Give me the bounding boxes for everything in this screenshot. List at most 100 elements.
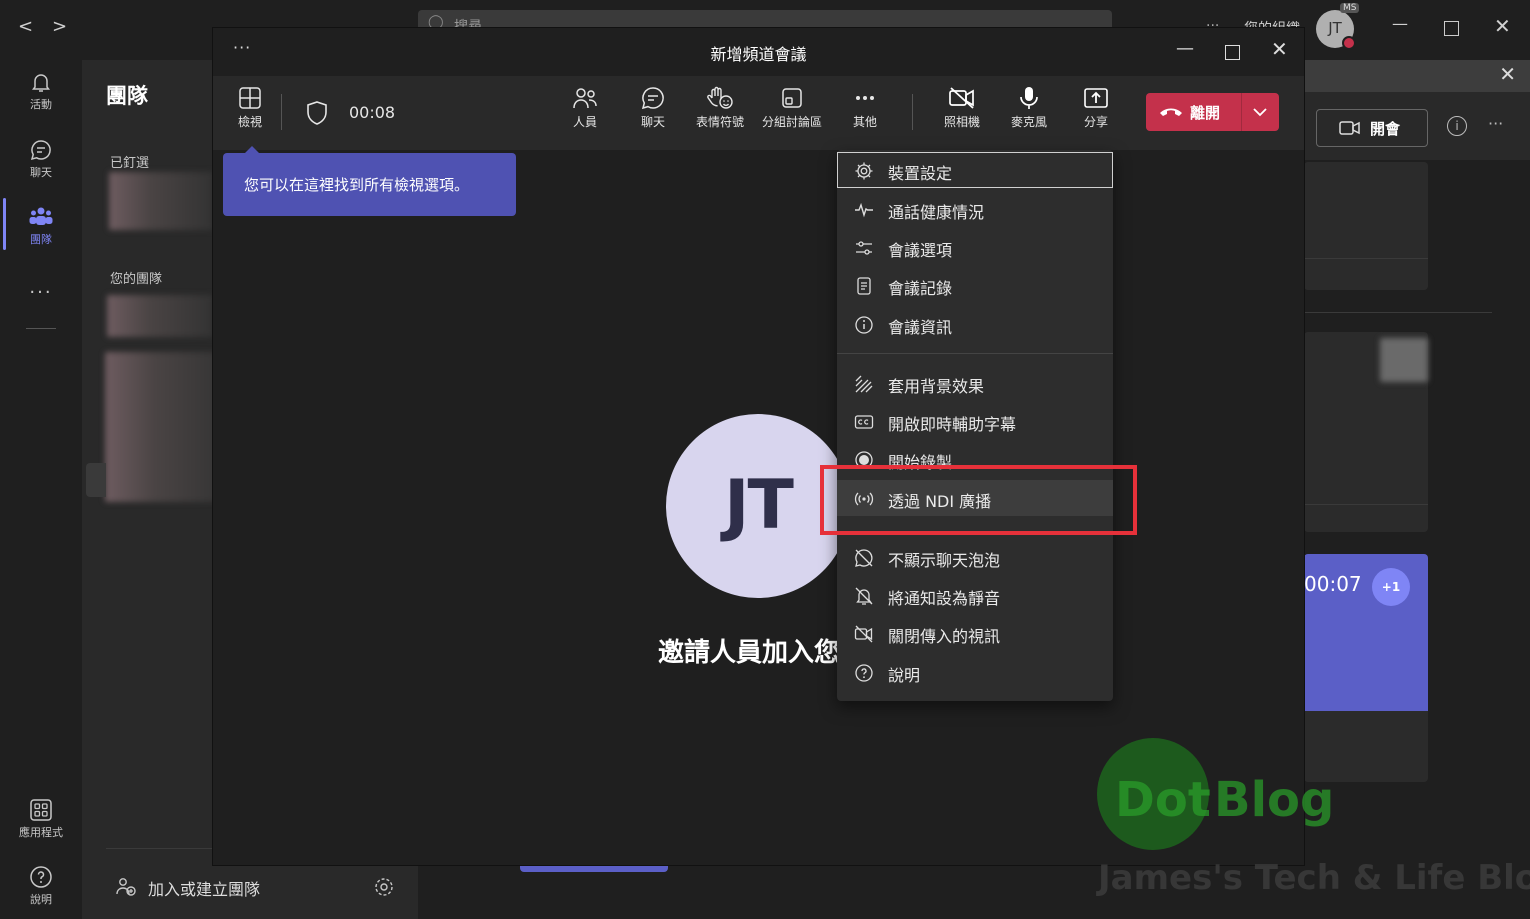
- meeting-title: 新增頻道會議: [710, 45, 807, 64]
- forward-arrow-icon[interactable]: >: [52, 16, 67, 37]
- menu-item-turn-off-incoming-video[interactable]: 關閉傳入的視訊: [837, 615, 1113, 651]
- video-icon: [1339, 121, 1360, 135]
- teams-icon: [29, 207, 53, 225]
- mic-button[interactable]: 麥克風: [1007, 86, 1051, 130]
- rail-label: 團隊: [30, 233, 52, 246]
- info-icon[interactable]: i: [1447, 116, 1467, 136]
- minimize-icon[interactable]: —: [1176, 38, 1194, 59]
- rail-label: 說明: [30, 893, 52, 906]
- join-create-team-link[interactable]: 加入或建立團隊: [148, 876, 260, 900]
- pulse-icon: [855, 202, 873, 218]
- watermark-brand-blog: Blog: [1214, 772, 1335, 828]
- view-label: 檢視: [237, 115, 262, 129]
- menu-item-meeting-options[interactable]: 會議選項: [837, 229, 1113, 265]
- minimize-icon[interactable]: —: [1392, 14, 1408, 33]
- microphone-icon: [1020, 87, 1038, 109]
- menu-item-label: 開啟即時輔助字幕: [888, 415, 1017, 434]
- menu-item-label: 說明: [888, 666, 921, 685]
- chat-button[interactable]: 聊天: [636, 86, 670, 130]
- menu-item-label: 套用背景效果: [888, 377, 985, 396]
- pinned-team-item[interactable]: [109, 172, 213, 230]
- tooltip-text: 您可以在這裡找到所有檢視選項。: [244, 176, 470, 194]
- people-label: 人員: [572, 115, 597, 129]
- rail-item-activity[interactable]: 活動: [0, 70, 82, 112]
- menu-item-label: 將通知設為靜音: [888, 589, 1001, 608]
- meet-button[interactable]: 開會: [1316, 109, 1428, 147]
- camera-button[interactable]: 照相機: [940, 86, 984, 130]
- back-arrow-icon[interactable]: <: [18, 16, 33, 37]
- app-rail: 活動 聊天 團隊 ··· 應用程式 說明: [0, 0, 82, 919]
- shield-icon[interactable]: [305, 100, 329, 126]
- breakout-rooms-icon: [782, 88, 802, 108]
- leave-button[interactable]: 離開: [1146, 93, 1279, 131]
- share-screen-icon: [1084, 88, 1108, 108]
- breakout-rooms-button[interactable]: 分組討論區: [758, 86, 826, 130]
- people-icon: [573, 88, 597, 109]
- team-item-selected: [86, 463, 106, 497]
- profile-avatar[interactable]: JT: [1316, 10, 1356, 50]
- more-actions-button[interactable]: 其他: [848, 86, 882, 130]
- menu-item-meeting-info[interactable]: 會議資訊: [837, 306, 1113, 342]
- camera-label: 照相機: [943, 115, 980, 129]
- info-icon: [855, 316, 873, 334]
- gear-icon[interactable]: [373, 876, 395, 898]
- close-icon[interactable]: ✕: [1499, 62, 1516, 86]
- meeting-card-live[interactable]: 00:07 +1: [1304, 554, 1428, 711]
- view-options-tooltip: 您可以在這裡找到所有檢視選項。: [223, 153, 516, 216]
- menu-item-label: 會議資訊: [888, 318, 953, 337]
- reactions-label: 表情符號: [695, 115, 744, 129]
- menu-item-device-settings[interactable]: 裝置設定: [837, 152, 1113, 188]
- chat-icon: [30, 140, 51, 161]
- team-item[interactable]: [107, 295, 213, 337]
- reactions-button[interactable]: 表情符號: [692, 86, 748, 130]
- people-button[interactable]: 人員: [567, 86, 603, 130]
- view-button[interactable]: 檢視: [233, 86, 267, 130]
- rail-item-chat[interactable]: 聊天: [0, 138, 82, 180]
- menu-item-background-effects[interactable]: 套用背景效果: [837, 365, 1113, 401]
- toolbar-divider: [912, 94, 913, 130]
- rail-item-teams[interactable]: 團隊: [0, 205, 82, 247]
- menu-item-help[interactable]: 說明: [837, 654, 1113, 690]
- menu-divider: [837, 353, 1113, 354]
- menu-item-label: 會議記錄: [888, 279, 953, 298]
- participants-badge: +1: [1372, 568, 1410, 606]
- team-item[interactable]: [105, 352, 228, 502]
- grid-view-icon: [239, 87, 261, 109]
- org-badge: MS: [1340, 3, 1360, 13]
- teams-title: 團隊: [106, 84, 148, 108]
- chat-icon: [641, 87, 664, 110]
- video-off-icon: [854, 625, 873, 643]
- meeting-titlebar: ··· 新增頻道會議 — ✕: [213, 28, 1304, 74]
- rail-divider: [26, 328, 56, 329]
- close-icon[interactable]: ✕: [1494, 14, 1511, 38]
- post-card: [1304, 162, 1428, 290]
- camera-off-icon: [949, 87, 974, 109]
- presence-dot: [1342, 36, 1356, 50]
- rail-more-icon[interactable]: ···: [0, 282, 82, 303]
- chevron-down-icon[interactable]: [1252, 106, 1268, 118]
- help-icon: [855, 664, 873, 682]
- date-divider: [1304, 312, 1492, 313]
- meeting-card-timer: 00:07: [1304, 572, 1362, 596]
- maximize-icon[interactable]: [1225, 45, 1240, 60]
- more-options-icon[interactable]: ···: [1488, 114, 1503, 133]
- invite-text: 邀請人員加入您的會議: [658, 638, 840, 668]
- hang-up-icon: [1160, 108, 1182, 116]
- menu-item-hide-chat-bubbles[interactable]: 不顯示聊天泡泡: [837, 539, 1113, 575]
- captions-icon: [854, 415, 874, 429]
- close-icon[interactable]: ✕: [1271, 37, 1288, 61]
- help-icon: [30, 866, 52, 888]
- menu-item-call-health[interactable]: 通話健康情況: [837, 191, 1113, 227]
- menu-item-live-captions[interactable]: 開啟即時輔助字幕: [837, 403, 1113, 439]
- menu-item-label: 不顯示聊天泡泡: [888, 551, 1001, 570]
- menu-item-meeting-notes[interactable]: 會議記錄: [837, 267, 1113, 303]
- share-button[interactable]: 分享: [1078, 86, 1114, 130]
- chat-label: 聊天: [640, 115, 665, 129]
- rail-label: 活動: [30, 98, 52, 111]
- rail-item-help[interactable]: 說明: [0, 865, 82, 907]
- your-teams-label: 您的團隊: [110, 272, 163, 287]
- rail-item-apps[interactable]: 應用程式: [0, 798, 82, 840]
- maximize-icon[interactable]: [1444, 21, 1459, 36]
- menu-item-mute-notifications[interactable]: 將通知設為靜音: [837, 577, 1113, 613]
- profile-initials: JT: [1328, 19, 1342, 37]
